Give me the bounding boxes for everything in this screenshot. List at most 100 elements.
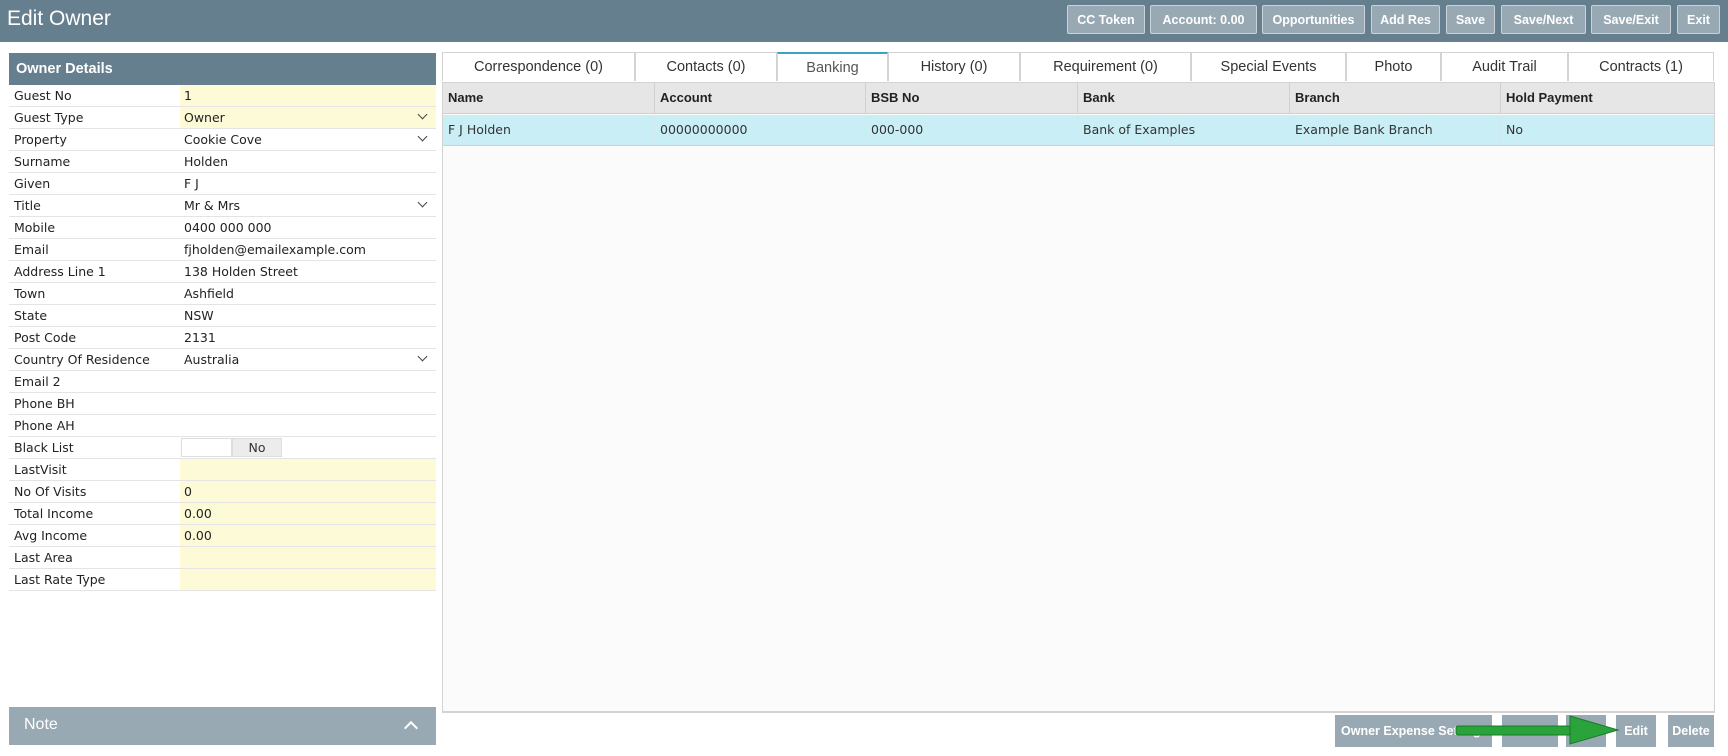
- field-last-rate-type: Last Rate Type: [9, 569, 436, 591]
- guest-type-select[interactable]: Owner: [180, 107, 436, 128]
- cell-hold-payment: No: [1506, 122, 1523, 137]
- tab-photo[interactable]: Photo: [1346, 52, 1441, 81]
- field-property: Property Cookie Cove: [9, 129, 436, 151]
- column-header-bank[interactable]: Bank: [1078, 83, 1290, 113]
- field-label: Phone BH: [14, 396, 75, 411]
- field-given: Given F J: [9, 173, 436, 195]
- field-label: Guest No: [14, 88, 72, 103]
- post-code-input[interactable]: 2131: [180, 327, 436, 348]
- tab-requirement[interactable]: Requirement (0): [1020, 52, 1191, 81]
- avg-income-value: 0.00: [180, 525, 436, 546]
- field-phone-bh: Phone BH: [9, 393, 436, 415]
- guest-no-value: 1: [180, 85, 436, 106]
- title-select[interactable]: Mr & Mrs: [180, 195, 436, 216]
- field-last-area: Last Area: [9, 547, 436, 569]
- cell-account: 00000000000: [655, 115, 866, 145]
- property-select[interactable]: Cookie Cove: [180, 129, 436, 150]
- black-list-toggle[interactable]: No: [181, 438, 282, 457]
- last-visit-value: [180, 459, 436, 480]
- total-income-value: 0.00: [180, 503, 436, 524]
- chevron-down-icon: [417, 197, 428, 208]
- town-input[interactable]: Ashfield: [180, 283, 436, 304]
- field-label: State: [14, 308, 48, 323]
- state-input[interactable]: NSW: [180, 305, 436, 326]
- field-label: Phone AH: [14, 418, 75, 433]
- field-phone-ah: Phone AH: [9, 415, 436, 437]
- column-header-name[interactable]: Name: [443, 83, 655, 113]
- tab-audit-trail[interactable]: Audit Trail: [1441, 52, 1568, 81]
- field-email-2: Email 2: [9, 371, 436, 393]
- field-label: LastVisit: [14, 462, 67, 477]
- add-res-button[interactable]: Add Res: [1371, 5, 1440, 34]
- account-button[interactable]: Account: 0.00: [1150, 5, 1257, 34]
- field-label: Last Rate Type: [14, 572, 106, 587]
- column-header-hold-payment[interactable]: Hold Payment: [1501, 83, 1714, 113]
- field-total-income: Total Income 0.00: [9, 503, 436, 525]
- address-line-1-input[interactable]: 138 Holden Street: [180, 261, 436, 282]
- field-label: Avg Income: [14, 528, 88, 543]
- chevron-down-icon: [417, 131, 428, 142]
- chevron-down-icon: [417, 109, 428, 120]
- banking-grid: Name Account BSB No Bank Branch Hold Pay…: [442, 82, 1715, 712]
- delete-button[interactable]: Delete: [1668, 715, 1714, 747]
- save-exit-button[interactable]: Save/Exit: [1591, 5, 1671, 34]
- email-input[interactable]: fjholden@emailexample.com: [180, 239, 436, 260]
- field-mobile: Mobile 0400 000 000: [9, 217, 436, 239]
- save-next-button[interactable]: Save/Next: [1501, 5, 1586, 34]
- surname-input[interactable]: Holden: [180, 151, 436, 172]
- annotation-arrow-icon: [1455, 715, 1620, 745]
- field-address-line-1: Address Line 1 138 Holden Street: [9, 261, 436, 283]
- exit-button[interactable]: Exit: [1677, 5, 1720, 34]
- tab-history[interactable]: History (0): [888, 52, 1020, 81]
- field-country-of-residence: Country Of Residence Australia: [9, 349, 436, 371]
- field-guest-no: Guest No 1: [9, 85, 436, 107]
- given-input[interactable]: F J: [180, 173, 436, 194]
- grid-header: Name Account BSB No Bank Branch Hold Pay…: [443, 83, 1714, 114]
- country-select[interactable]: Australia: [180, 349, 436, 370]
- field-label: Email: [14, 242, 49, 257]
- cc-token-button[interactable]: CC Token: [1067, 5, 1145, 34]
- note-label: Note: [24, 716, 58, 733]
- phone-ah-input[interactable]: [180, 415, 436, 436]
- phone-bh-input[interactable]: [180, 393, 436, 414]
- tab-contacts[interactable]: Contacts (0): [635, 52, 777, 81]
- column-header-branch[interactable]: Branch: [1290, 83, 1501, 113]
- country-value: Australia: [184, 352, 240, 367]
- opportunities-button[interactable]: Opportunities: [1262, 5, 1365, 34]
- column-header-account[interactable]: Account: [655, 83, 866, 113]
- tab-correspondence[interactable]: Correspondence (0): [442, 52, 635, 81]
- property-value: Cookie Cove: [184, 132, 262, 147]
- field-label: Mobile: [14, 220, 56, 235]
- field-label: Last Area: [14, 550, 73, 565]
- top-bar: Edit Owner CC Token Account: 0.00 Opport…: [0, 0, 1728, 42]
- chevron-down-icon: [417, 351, 428, 362]
- tab-contracts[interactable]: Contracts (1): [1568, 52, 1714, 81]
- field-no-of-visits: No Of Visits 0: [9, 481, 436, 503]
- field-label: Surname: [14, 154, 71, 169]
- table-row[interactable]: F J Holden 00000000000 000-000 Bank of E…: [443, 115, 1714, 146]
- black-list-value: No: [232, 438, 282, 457]
- field-email: Email fjholden@emailexample.com: [9, 239, 436, 261]
- field-label: Black List: [14, 440, 74, 455]
- no-of-visits-value: 0: [180, 481, 436, 502]
- last-area-value: [180, 547, 436, 568]
- field-label: Given: [14, 176, 51, 191]
- email-2-input[interactable]: [180, 371, 436, 392]
- column-header-bsb-no[interactable]: BSB No: [866, 83, 1078, 113]
- note-section-header[interactable]: Note: [9, 707, 436, 745]
- field-label: Title: [14, 198, 41, 213]
- field-label: Total Income: [14, 506, 94, 521]
- field-state: State NSW: [9, 305, 436, 327]
- field-title: Title Mr & Mrs: [9, 195, 436, 217]
- field-label: Property: [14, 132, 67, 147]
- tab-banking[interactable]: Banking: [777, 52, 888, 81]
- cell-bank: Bank of Examples: [1078, 115, 1290, 145]
- toggle-off-side: [181, 438, 232, 457]
- save-button[interactable]: Save: [1446, 5, 1495, 34]
- mobile-input[interactable]: 0400 000 000: [180, 217, 436, 238]
- tab-special-events[interactable]: Special Events: [1191, 52, 1346, 81]
- cell-bsb-no: 000-000: [866, 115, 1078, 145]
- field-avg-income: Avg Income 0.00: [9, 525, 436, 547]
- chevron-up-icon: [403, 720, 419, 736]
- field-label: Town: [14, 286, 46, 301]
